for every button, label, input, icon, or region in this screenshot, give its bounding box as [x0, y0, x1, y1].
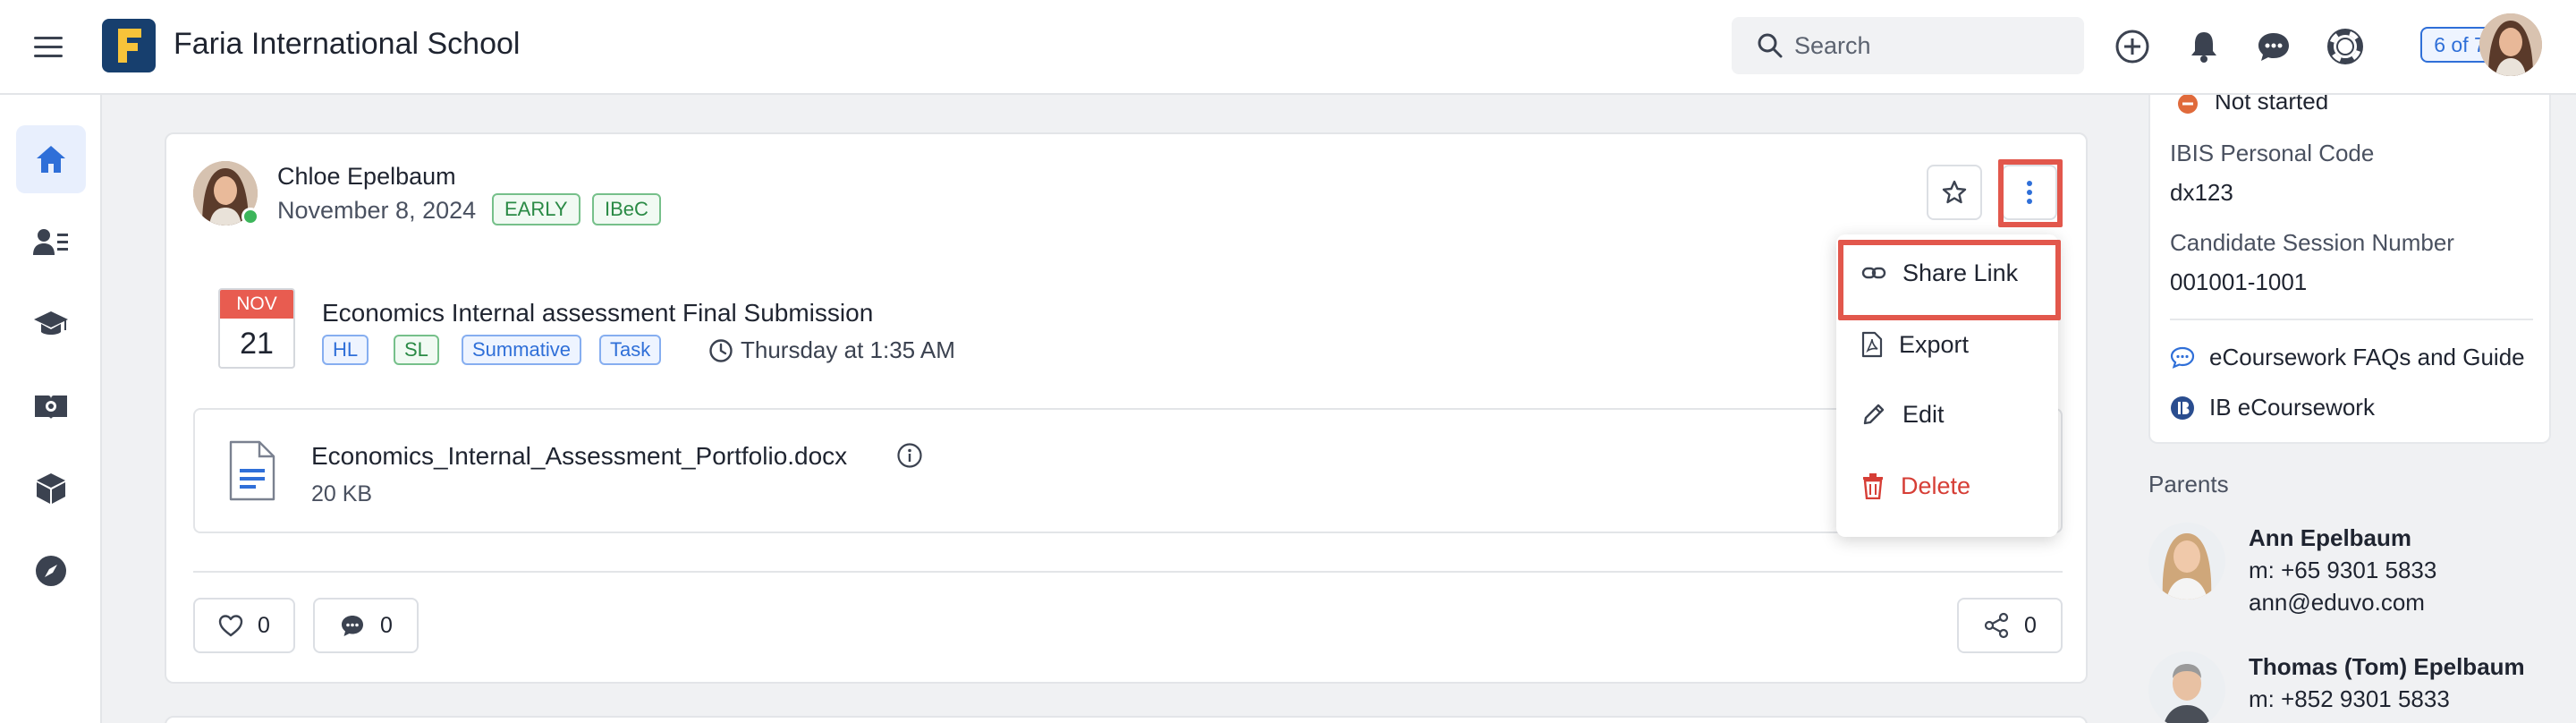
- info-icon[interactable]: [896, 442, 923, 469]
- task-time: Thursday at 1:35 AM: [708, 336, 955, 364]
- chat-icon[interactable]: [2254, 27, 2293, 66]
- file-name[interactable]: Economics_Internal_Assessment_Portfolio.…: [311, 442, 847, 471]
- user-avatar[interactable]: [2479, 13, 2542, 76]
- task-tag-task: Task: [599, 335, 662, 365]
- task-tag-hl: HL: [322, 335, 369, 365]
- people-list-icon: [33, 229, 68, 255]
- comment-icon: [342, 616, 364, 636]
- link-icon: [1861, 267, 1886, 279]
- nav-academics[interactable]: [16, 290, 86, 358]
- bell-icon[interactable]: [2184, 27, 2224, 66]
- compass-icon: [36, 556, 66, 586]
- ibis-code-value: dx123: [2170, 179, 2233, 206]
- parent-name[interactable]: Thomas (Tom) Epelbaum: [2249, 653, 2525, 681]
- more-options-button[interactable]: [2002, 165, 2057, 220]
- parent-name[interactable]: Ann Epelbaum: [2249, 524, 2411, 552]
- menu-edit[interactable]: Edit: [1836, 387, 2058, 442]
- calendar-month: NOV: [220, 290, 293, 319]
- session-number-value: 001001-1001: [2170, 268, 2308, 295]
- school-name[interactable]: Faria International School: [174, 27, 520, 62]
- school-logo[interactable]: [102, 19, 156, 72]
- parent-avatar[interactable]: [2148, 523, 2225, 600]
- ibis-code-label: IBIS Personal Code: [2170, 140, 2375, 166]
- clock-icon: [709, 338, 733, 362]
- top-bar: Faria International School 6 of 7: [0, 0, 2576, 95]
- menu-export-label: Export: [1899, 330, 1970, 358]
- tag-early: EARLY: [492, 193, 580, 225]
- menu-share-link-label: Share Link: [1902, 259, 2019, 286]
- calendar-day: 21: [240, 326, 274, 361]
- author-name[interactable]: Chloe Epelbaum: [277, 163, 456, 191]
- share-count: 0: [2024, 612, 2037, 638]
- search-icon: [1758, 33, 1783, 58]
- vertical-dots-icon: [2027, 181, 2032, 204]
- student-details-card: Not started IBIS Personal Code dx123 Can…: [2148, 88, 2551, 444]
- nav-people[interactable]: [16, 208, 86, 276]
- nav-home[interactable]: [16, 125, 86, 193]
- ib-ecoursework-link[interactable]: IB eCoursework: [2209, 394, 2375, 421]
- menu-delete-label: Delete: [1901, 472, 1971, 499]
- star-icon: [1942, 180, 1967, 204]
- faq-chat-icon: [2170, 346, 2195, 369]
- task-tag-sl: SL: [394, 335, 439, 365]
- like-count: 0: [258, 612, 270, 638]
- share-button[interactable]: 0: [1957, 598, 2063, 653]
- left-nav-rail: [0, 95, 102, 723]
- add-icon[interactable]: [2113, 27, 2152, 66]
- not-started-status-icon: [2178, 94, 2198, 114]
- parent-phone: m: +852 9301 5833: [2249, 685, 2450, 712]
- task-tag-summative: Summative: [462, 335, 582, 365]
- parent-email[interactable]: ann@eduvo.com: [2249, 589, 2425, 617]
- parent-avatar[interactable]: [2148, 651, 2225, 723]
- post-date: November 8, 2024: [277, 197, 477, 224]
- nav-ib[interactable]: [16, 372, 86, 440]
- search-input[interactable]: [1794, 28, 2063, 64]
- post-options-menu: Share Link Export Edit Delete: [1836, 234, 2058, 537]
- attachment[interactable]: Economics_Internal_Assessment_Portfolio.…: [193, 408, 2063, 533]
- comment-button[interactable]: 0: [313, 598, 419, 653]
- panel-divider: [2170, 319, 2533, 320]
- search-box[interactable]: [1732, 17, 2084, 74]
- document-icon: [229, 440, 275, 501]
- cube-icon: [37, 473, 65, 504]
- menu-export[interactable]: Export: [1836, 317, 2058, 372]
- divider: [193, 571, 2063, 573]
- hamburger-menu-icon[interactable]: [34, 30, 63, 63]
- session-number-label: Candidate Session Number: [2170, 229, 2454, 256]
- pdf-export-icon: [1861, 331, 1883, 358]
- graduation-cap-icon: [34, 311, 68, 335]
- like-button[interactable]: 0: [193, 598, 295, 653]
- pencil-icon: [1863, 404, 1885, 425]
- help-lifebuoy-icon[interactable]: [2326, 27, 2365, 66]
- file-size: 20 KB: [311, 481, 373, 506]
- menu-delete[interactable]: Delete: [1836, 458, 2058, 514]
- due-date-calendar: NOV 21: [218, 288, 295, 369]
- open-book-icon: [35, 396, 67, 419]
- share-icon: [1984, 612, 2009, 639]
- online-status-dot: [242, 208, 259, 225]
- parent-phone: m: +65 9301 5833: [2249, 557, 2437, 583]
- parents-heading: Parents: [2148, 471, 2229, 498]
- task-title[interactable]: Economics Internal assessment Final Subm…: [322, 299, 873, 327]
- next-post-card: [165, 716, 2088, 723]
- menu-edit-label: Edit: [1902, 400, 1945, 428]
- right-panel: Not started IBIS Personal Code dx123 Can…: [2127, 88, 2576, 723]
- favorite-button[interactable]: [1927, 165, 1982, 220]
- task-time-label: Thursday at 1:35 AM: [741, 336, 955, 363]
- menu-share-link[interactable]: Share Link: [1836, 245, 2058, 301]
- ib-logo-icon: [2171, 396, 2194, 420]
- nav-resources[interactable]: [16, 455, 86, 523]
- post-card: Chloe Epelbaum November 8, 2024 EARLY IB…: [165, 132, 2088, 684]
- nav-explore[interactable]: [16, 537, 86, 605]
- trash-icon: [1863, 473, 1883, 499]
- tag-ibec: IBeC: [592, 193, 661, 225]
- home-icon: [37, 146, 65, 173]
- heart-icon: [218, 615, 243, 637]
- faq-guide-link[interactable]: eCoursework FAQs and Guide: [2209, 344, 2525, 371]
- comment-count: 0: [380, 612, 393, 638]
